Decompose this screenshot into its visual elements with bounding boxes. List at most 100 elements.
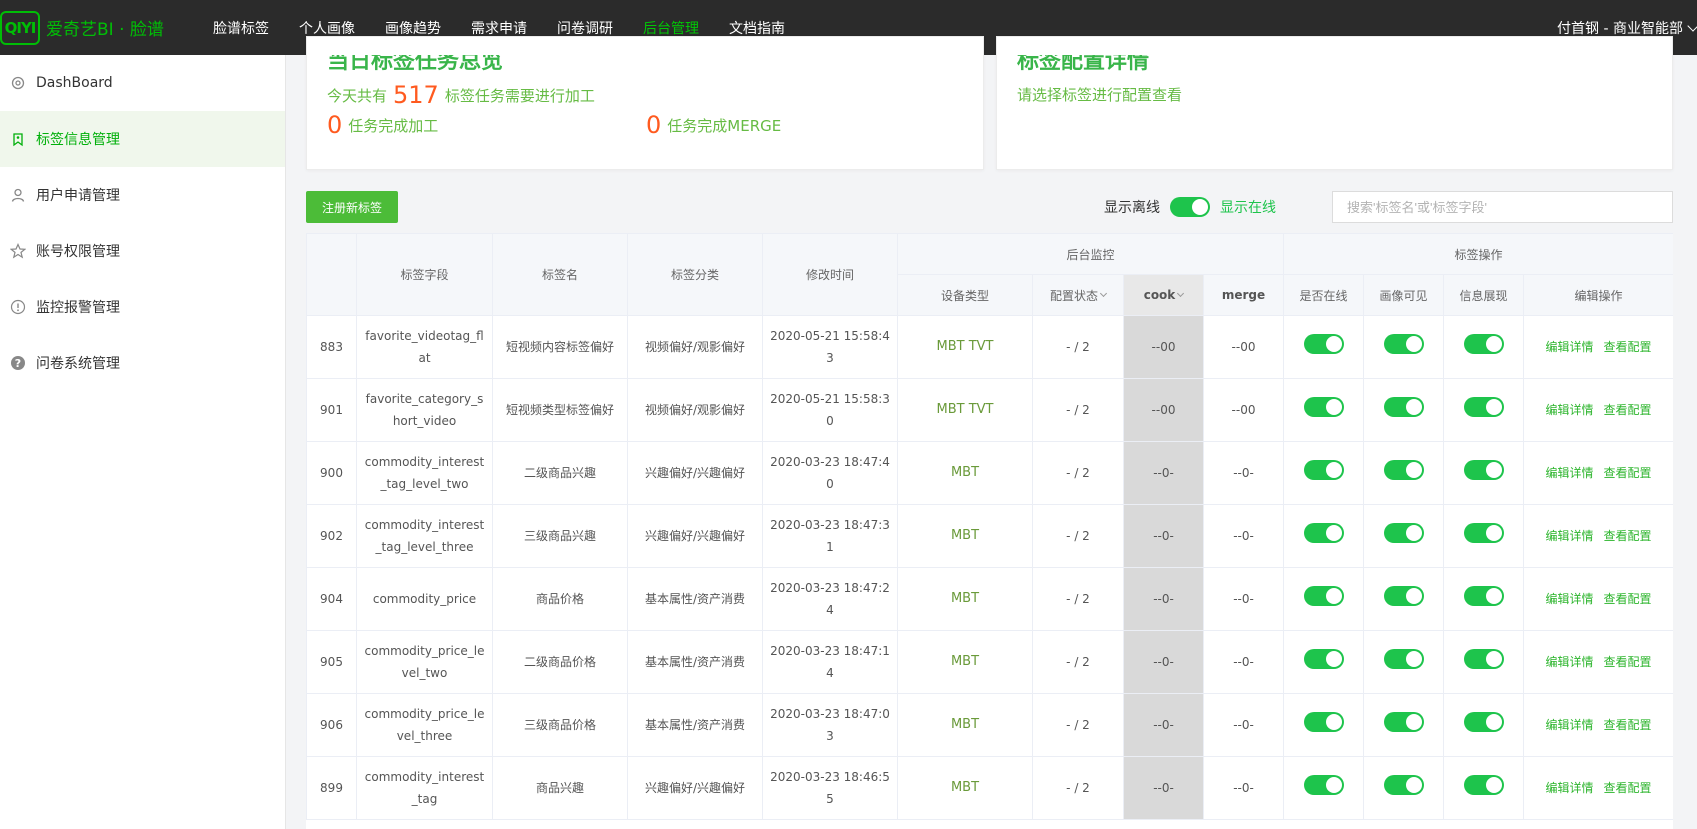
info-switch[interactable] [1463,522,1504,543]
cell-portrait [1363,378,1445,442]
edit-detail-link[interactable]: 编辑详情 [1546,781,1594,795]
portrait-switch[interactable] [1383,648,1424,669]
online-switch[interactable] [1303,396,1344,417]
info-switch[interactable] [1463,585,1504,606]
nav-item-trend[interactable]: 画像趋势 [385,18,441,38]
sidebar-item-dashboard[interactable]: DashBoard [0,55,285,111]
header-cook[interactable]: cook [1123,274,1204,316]
sidebar-item-survey-system[interactable]: ? 问卷系统管理 [0,335,285,391]
view-config-link[interactable]: 查看配置 [1604,529,1652,543]
view-config-link[interactable]: 查看配置 [1604,466,1652,480]
view-config-link[interactable]: 查看配置 [1604,403,1652,417]
cell-id: 900 [306,441,357,505]
view-config-link[interactable]: 查看配置 [1604,592,1652,606]
cell-merge: --0- [1202,504,1285,568]
online-switch[interactable] [1303,333,1344,354]
cell-online [1283,630,1365,694]
nav-item-survey[interactable]: 问卷调研 [557,18,613,38]
register-tag-button[interactable]: 注册新标签 [306,191,398,223]
info-switch[interactable] [1463,648,1504,669]
online-switch[interactable] [1303,711,1344,732]
edit-detail-link[interactable]: 编辑详情 [1546,466,1594,480]
sidebar-item-label: 账号权限管理 [36,244,120,260]
processed-label: 任务完成加工 [348,117,439,135]
online-switch[interactable] [1303,522,1344,543]
cell-online [1283,756,1365,820]
header-category: 标签分类 [627,233,763,316]
config-subtitle: 请选择标签进行配置查看 [1017,86,1183,104]
cell-field: favorite_category_short_video [356,378,493,442]
edit-detail-link[interactable]: 编辑详情 [1546,592,1594,606]
info-switch[interactable] [1463,459,1504,480]
header-config-status[interactable]: 配置状态 [1032,274,1124,316]
cell-device: MBT [897,441,1033,505]
view-config-link[interactable]: 查看配置 [1604,655,1652,669]
header-field: 标签字段 [356,233,493,316]
cell-field: commodity_interest_tag_level_two [356,441,493,505]
cell-id: 883 [306,315,357,379]
brand-title: 爱奇艺BI · 脸谱 [46,20,164,40]
nav-item-docs[interactable]: 文档指南 [729,18,785,38]
online-switch[interactable] [1303,459,1344,480]
user-icon [10,187,26,203]
view-config-link[interactable]: 查看配置 [1604,718,1652,732]
edit-detail-link[interactable]: 编辑详情 [1546,718,1594,732]
merge-label: 任务完成MERGE [667,117,782,135]
info-switch[interactable] [1463,333,1504,354]
cell-status: - / 2 [1032,315,1124,379]
cell-info [1443,693,1525,757]
header-portrait: 画像可见 [1363,274,1445,316]
nav-item-request[interactable]: 需求申请 [471,18,527,38]
portrait-switch[interactable] [1383,333,1424,354]
cell-category: 视频偏好/观影偏好 [627,315,763,379]
online-switch[interactable] [1303,585,1344,606]
portrait-switch[interactable] [1383,459,1424,480]
cell-ops: 编辑详情 查看配置 [1523,756,1673,820]
cell-info [1443,567,1525,631]
search-input[interactable] [1332,191,1673,223]
cell-ops: 编辑详情 查看配置 [1523,441,1673,505]
info-switch[interactable] [1463,774,1504,795]
cell-merge: --0- [1202,441,1285,505]
cell-id: 904 [306,567,357,631]
cell-name: 三级商品价格 [492,693,628,757]
nav-item-portrait[interactable]: 个人画像 [299,18,355,38]
edit-detail-link[interactable]: 编辑详情 [1546,403,1594,417]
info-switch[interactable] [1463,711,1504,732]
cell-time: 2020-03-23 18:47:03 [762,693,898,757]
edit-detail-link[interactable]: 编辑详情 [1546,655,1594,669]
cell-info [1443,378,1525,442]
portrait-switch[interactable] [1383,711,1424,732]
cell-id: 905 [306,630,357,694]
cell-portrait [1363,630,1445,694]
cell-name: 商品兴趣 [492,756,628,820]
nav-item-admin[interactable]: 后台管理 [643,18,699,38]
sidebar-item-monitor-alerts[interactable]: 监控报警管理 [0,279,285,335]
view-config-link[interactable]: 查看配置 [1604,340,1652,354]
online-switch[interactable] [1303,648,1344,669]
cell-portrait [1363,756,1445,820]
edit-detail-link[interactable]: 编辑详情 [1546,340,1594,354]
cell-online [1283,567,1365,631]
sidebar-item-tag-management[interactable]: 标签信息管理 [0,111,285,167]
sidebar-item-user-requests[interactable]: 用户申请管理 [0,167,285,223]
gear-icon [10,75,26,91]
edit-detail-link[interactable]: 编辑详情 [1546,529,1594,543]
cell-name: 短视频内容标签偏好 [492,315,628,379]
cell-field: commodity_interest_tag_level_three [356,504,493,568]
cell-cook: --0- [1123,756,1204,820]
cell-cook: --0- [1123,630,1204,694]
nav-item-tags[interactable]: 脸谱标签 [213,18,269,38]
cell-name: 二级商品兴趣 [492,441,628,505]
portrait-switch[interactable] [1383,396,1424,417]
brand-logo[interactable]: QIYI 爱奇艺BI · 脸谱 [0,0,200,55]
portrait-switch[interactable] [1383,585,1424,606]
online-toggle[interactable] [1170,197,1210,217]
summary-total-count: 517 [393,81,439,109]
sidebar-item-account-permissions[interactable]: 账号权限管理 [0,223,285,279]
info-switch[interactable] [1463,396,1504,417]
online-switch[interactable] [1303,774,1344,795]
view-config-link[interactable]: 查看配置 [1604,781,1652,795]
portrait-switch[interactable] [1383,774,1424,795]
portrait-switch[interactable] [1383,522,1424,543]
